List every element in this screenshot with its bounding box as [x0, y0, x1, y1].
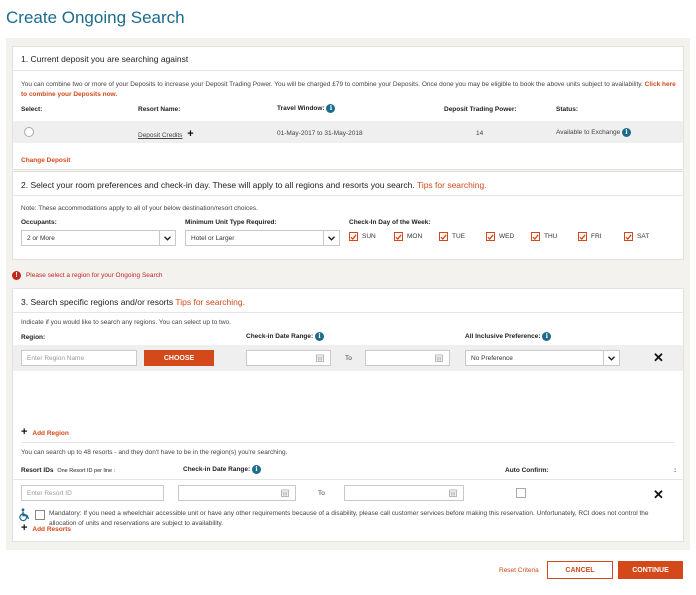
search-form-container: 1. Current deposit you are searching aga…	[6, 38, 690, 550]
deposit-row-status: Available to Exchange i	[556, 128, 632, 137]
all-inclusive-select[interactable]: No Preference	[465, 350, 620, 366]
day-label-thu: THU	[544, 233, 558, 240]
error-icon: !	[12, 271, 21, 280]
region-label: Region:	[21, 334, 46, 341]
travel-window-info-icon[interactable]: i	[326, 104, 336, 113]
deposit-row-travel-window: 01-May-2017 to 31-May-2018	[277, 130, 363, 137]
resort-to-text: To	[318, 490, 325, 497]
change-deposit-link[interactable]: Change Deposit	[21, 157, 70, 164]
deposit-radio[interactable]	[24, 127, 34, 137]
combine-note: You can combine two or more of your Depo…	[21, 80, 676, 100]
day-label-tue: TUE	[452, 233, 465, 240]
cancel-button[interactable]: CANCEL	[547, 561, 613, 579]
resort-ids-hint: One Resort ID per line :	[57, 468, 116, 474]
resort-ids-label: Resort IDs One Resort ID per line :	[21, 467, 116, 474]
chevron-down-icon	[323, 231, 339, 245]
mandatory-text: Mandatory: If you need a wheelchair acce…	[49, 510, 649, 527]
section2-title: 2. Select your room preferences and chec…	[21, 180, 487, 190]
reset-criteria-link[interactable]: Reset Criteria	[499, 567, 539, 574]
checkin-day-label: Check-In Day of the Week:	[349, 219, 431, 226]
section1-title: 1. Current deposit you are searching aga…	[21, 54, 189, 64]
header-travel-window: Travel Window: i	[277, 104, 336, 113]
region-checkin-end[interactable]	[365, 350, 450, 366]
expand-plus-icon[interactable]: +	[187, 128, 193, 140]
calendar-icon	[316, 354, 324, 362]
occupants-select[interactable]: 2 or More	[21, 230, 176, 246]
checkin-range-info-icon[interactable]: i	[315, 332, 324, 341]
day-label-mon: MON	[407, 233, 423, 240]
chevron-down-icon	[603, 351, 619, 365]
deposit-row-resort: Deposit Credits +	[138, 128, 194, 140]
region-indicate-text: Indicate if you would like to search any…	[21, 319, 231, 326]
section-regions-resorts: 3. Search specific regions and/or resort…	[12, 288, 684, 542]
header-trading-power: Deposit Trading Power:	[444, 106, 517, 113]
region-input[interactable]: Enter Region Name	[21, 350, 137, 366]
region-error: ! Please select a region for your Ongoin…	[12, 271, 163, 280]
deposit-row-trading-power: 14	[476, 130, 484, 137]
unit-type-label: Minimum Unit Type Required:	[185, 219, 277, 226]
section2-note: Note: These accommodations apply to all …	[21, 205, 258, 212]
occupants-label: Occupants:	[21, 219, 57, 226]
resort-checkin-label: Check-in Date Range: i	[183, 465, 261, 474]
section-room-preferences: 2. Select your room preferences and chec…	[12, 171, 684, 260]
error-text: Please select a region for your Ongoing …	[25, 272, 163, 280]
day-checkbox-tue[interactable]	[439, 232, 448, 241]
section3-title: 3. Search specific regions and/or resort…	[21, 297, 245, 307]
header-resort-name: Resort Name:	[138, 106, 181, 113]
auto-confirm-checkbox[interactable]	[516, 488, 526, 498]
wheelchair-icon	[18, 508, 32, 522]
resort-checkin-info-icon[interactable]: i	[252, 465, 261, 474]
add-region-link[interactable]: + Add Region	[21, 426, 69, 438]
region-checkin-label: Check-in Date Range: i	[246, 332, 324, 341]
header-select: Select:	[21, 106, 43, 113]
day-checkbox-wed[interactable]	[486, 232, 495, 241]
day-checkbox-fri[interactable]	[578, 232, 587, 241]
day-label-fri: FRI	[591, 233, 602, 240]
continue-button[interactable]: CONTINUE	[618, 561, 683, 579]
header-status: Status:	[556, 106, 579, 113]
deposit-credits-link[interactable]: Deposit Credits	[138, 132, 182, 139]
calendar-icon	[281, 489, 289, 497]
remove-region-icon[interactable]: ✕	[653, 351, 664, 364]
trailing-colon: :	[674, 467, 677, 474]
page-title: Create Ongoing Search	[6, 8, 185, 27]
choose-button[interactable]: CHOOSE	[144, 350, 214, 366]
unit-type-select[interactable]: Hotel or Larger	[185, 230, 340, 246]
chevron-down-icon	[159, 231, 175, 245]
day-label-sat: SAT	[637, 233, 650, 240]
resort-id-input[interactable]: Enter Resort ID	[21, 485, 164, 501]
mandatory-checkbox[interactable]	[35, 510, 45, 520]
plus-icon: +	[21, 426, 28, 438]
region-checkin-start[interactable]	[246, 350, 331, 366]
day-label-wed: WED	[499, 233, 515, 240]
resort-checkin-end[interactable]	[344, 485, 464, 501]
day-checkbox-mon[interactable]	[394, 232, 403, 241]
section3-tips-link[interactable]: Tips for searching.	[175, 297, 245, 307]
resorts-text: You can search up to 48 resorts - and th…	[21, 449, 288, 456]
calendar-icon	[435, 354, 443, 362]
region-to-text: To	[345, 355, 352, 362]
combine-note-text: You can combine two or more of your Depo…	[21, 81, 643, 88]
resort-checkin-start[interactable]	[178, 485, 296, 501]
section2-tips-link[interactable]: Tips for searching.	[417, 180, 487, 190]
day-label-sun: SUN	[362, 233, 376, 240]
day-checkbox-sun[interactable]	[349, 232, 358, 241]
plus-icon: +	[21, 522, 28, 534]
section-current-deposit: 1. Current deposit you are searching aga…	[12, 46, 684, 170]
remove-resort-icon[interactable]: ✕	[653, 488, 664, 501]
auto-confirm-label: Auto Confirm:	[505, 467, 549, 474]
day-checkbox-sat[interactable]	[624, 232, 633, 241]
status-info-icon[interactable]: i	[622, 128, 632, 137]
day-checkbox-thu[interactable]	[531, 232, 540, 241]
all-inclusive-info-icon[interactable]: i	[542, 332, 552, 341]
calendar-icon	[449, 489, 457, 497]
all-inclusive-label: All Inclusive Preference: i	[465, 332, 552, 341]
